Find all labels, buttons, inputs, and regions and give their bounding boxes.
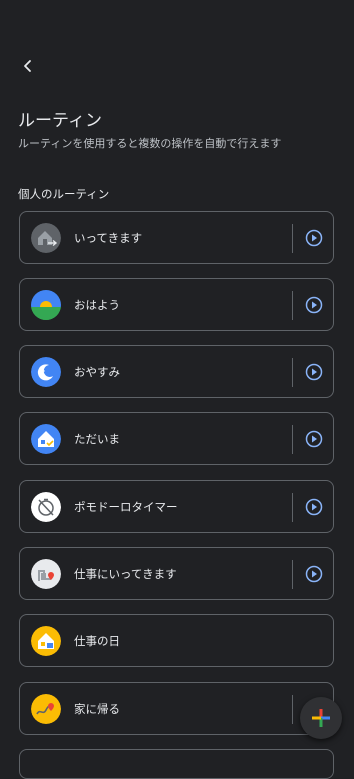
routine-card-leave-home[interactable]: いってきます <box>19 211 334 264</box>
divider <box>292 560 293 589</box>
routine-label: ポモドーロタイマー <box>74 500 178 514</box>
divider <box>292 493 293 522</box>
routine-card-partial[interactable] <box>19 749 334 779</box>
home-leave-icon <box>31 223 61 253</box>
chevron-left-icon <box>24 60 31 72</box>
routine-label: おやすみ <box>74 365 120 379</box>
play-icon[interactable] <box>305 498 323 516</box>
play-icon[interactable] <box>305 296 323 314</box>
divider <box>292 224 293 253</box>
divider <box>292 695 293 724</box>
routine-label: ただいま <box>74 432 120 446</box>
page-title: ルーティン <box>18 111 102 131</box>
divider <box>292 425 293 454</box>
routine-card-go-home[interactable]: 家に帰る <box>19 682 334 735</box>
routine-card-pomodoro[interactable]: ポモドーロタイマー <box>19 480 334 533</box>
routine-card-im-home[interactable]: ただいま <box>19 412 334 465</box>
timer-off-icon <box>31 492 61 522</box>
google-plus-icon <box>312 709 330 727</box>
play-icon[interactable] <box>305 430 323 448</box>
divider <box>292 358 293 387</box>
routine-card-good-morning[interactable]: おはよう <box>19 278 334 331</box>
add-routine-button[interactable] <box>300 697 342 739</box>
route-home-icon <box>31 694 61 724</box>
routine-label: 仕事にいってきます <box>74 567 177 581</box>
routine-label: いってきます <box>74 231 143 245</box>
page-subtitle: ルーティンを使用すると複数の操作を自動で行えます <box>18 137 282 150</box>
play-icon[interactable] <box>305 363 323 381</box>
section-title-personal: 個人のルーティン <box>18 187 110 201</box>
commute-map-icon <box>31 559 61 589</box>
routine-card-work-day[interactable]: 仕事の日 <box>19 614 334 667</box>
routine-label: 仕事の日 <box>74 634 120 648</box>
divider <box>292 291 293 320</box>
work-home-icon <box>31 626 61 656</box>
routine-label: おはよう <box>74 298 120 312</box>
moon-icon <box>31 357 61 387</box>
routine-label: 家に帰る <box>74 702 120 716</box>
play-icon[interactable] <box>305 229 323 247</box>
sunrise-icon <box>31 290 61 320</box>
routine-card-commute-to-work[interactable]: 仕事にいってきます <box>19 547 334 600</box>
back-button[interactable] <box>16 54 40 78</box>
home-arrive-icon <box>31 424 61 454</box>
play-icon[interactable] <box>305 565 323 583</box>
routine-card-good-night[interactable]: おやすみ <box>19 345 334 398</box>
